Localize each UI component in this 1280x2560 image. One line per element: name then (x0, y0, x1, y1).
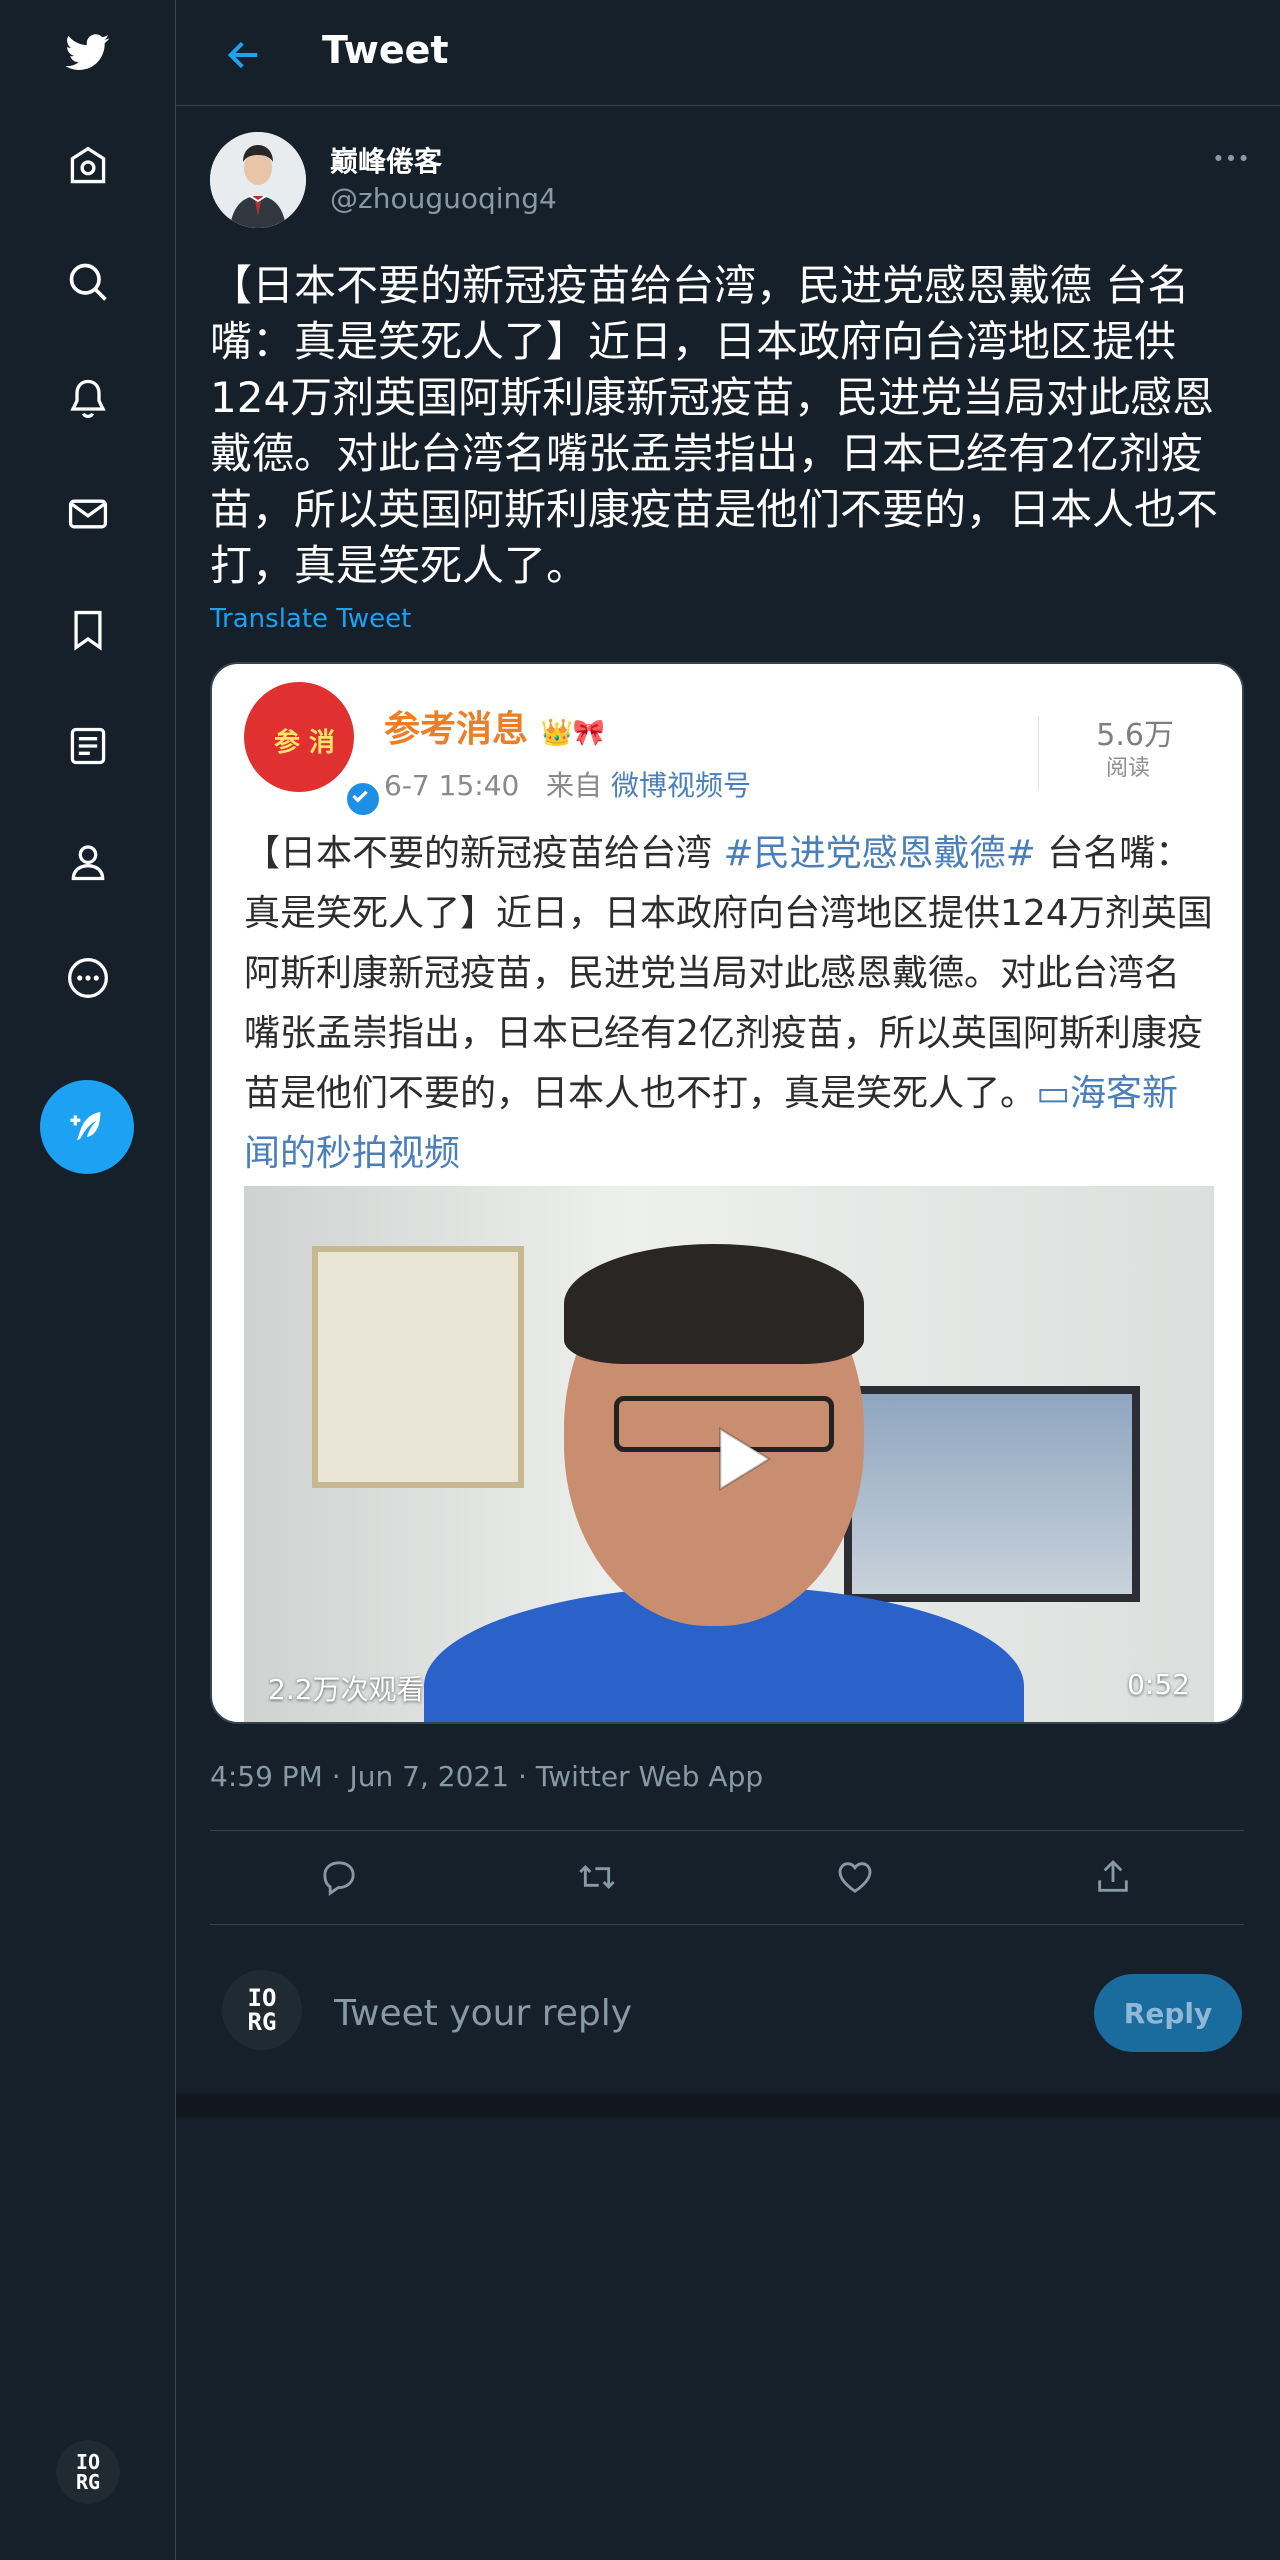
reply-button[interactable]: Reply (1094, 1974, 1242, 2052)
main-column: Tweet 巅峰倦客 @zhouguoqing4 【日本不要的新冠疫苗给台湾，民… (176, 0, 1280, 2560)
explore-icon[interactable] (58, 252, 118, 312)
weibo-account-name-text: 参考消息 (384, 709, 529, 750)
lists-icon[interactable] (58, 716, 118, 776)
compose-tweet-button[interactable] (40, 1080, 134, 1174)
weibo-account-name: 参考消息 👑🎀 (384, 700, 605, 752)
video-thumbnail: 2.2万次观看 0:52 (244, 1186, 1214, 1722)
weibo-hashtag: #民进党感恩戴德# (723, 833, 1036, 874)
reply-input[interactable] (332, 1982, 1036, 2044)
person-hair (564, 1244, 864, 1364)
video-view-count: 2.2万次观看 (268, 1673, 425, 1706)
like-icon[interactable] (830, 1852, 880, 1902)
weibo-post-meta: 6-7 15:40 来自 微博视频号 (384, 764, 751, 804)
read-count-label: 阅读 (1105, 756, 1150, 781)
weibo-text-after: 台名嘴：真是笑死人了】近日，日本政府向台湾地区提供124万剂英国阿斯利康新冠疫苗… (244, 833, 1213, 1114)
weibo-post-date: 6-7 15:40 (384, 769, 520, 802)
more-options-icon[interactable] (1206, 140, 1256, 176)
room-window (844, 1386, 1140, 1602)
retweet-icon[interactable] (572, 1852, 622, 1902)
avatar-text-line1: IO (247, 1984, 277, 2012)
weibo-text-before: 【日本不要的新冠疫苗给台湾 (244, 833, 724, 874)
messages-icon[interactable] (58, 484, 118, 544)
tweet-text: 【日本不要的新冠疫苗给台湾，民进党感恩戴德 台名嘴：真是笑死人了】近日，日本政府… (210, 261, 1219, 590)
author-handle[interactable]: @zhouguoqing4 (330, 182, 557, 215)
divider (210, 1924, 1244, 1925)
page-title: Tweet (322, 28, 449, 72)
more-icon[interactable] (58, 948, 118, 1008)
account-avatar[interactable]: IO RG (56, 2440, 120, 2504)
twitter-logo-icon[interactable] (58, 22, 118, 82)
weibo-post-text: 【日本不要的新冠疫苗给台湾 #民进党感恩戴德# 台名嘴：真是笑死人了】近日，日本… (244, 824, 1214, 1184)
author-name[interactable]: 巅峰倦客 (330, 140, 442, 180)
video-duration: 0:52 (1127, 1668, 1190, 1701)
home-icon[interactable] (58, 136, 118, 196)
wall-calligraphy (312, 1246, 524, 1488)
translate-tweet-link[interactable]: Translate Tweet (210, 604, 411, 634)
author-avatar[interactable] (210, 132, 306, 228)
page-header: Tweet (176, 0, 1280, 106)
avatar-text-line2: RG (75, 2470, 101, 2494)
weibo-source-prefix: 来自 (546, 769, 603, 802)
notifications-icon[interactable] (58, 368, 118, 428)
divider (210, 1830, 1244, 1831)
weibo-account-avatar: 参 消 (244, 682, 382, 818)
reply-user-avatar[interactable]: IO RG (222, 1970, 302, 2050)
avatar-text-line2: RG (247, 2008, 277, 2036)
play-icon (694, 1414, 784, 1504)
tweet-timestamp[interactable]: 4:59 PM · Jun 7, 2021 · Twitter Web App (210, 1760, 763, 1793)
profile-icon[interactable] (58, 832, 118, 892)
vertical-divider (1038, 716, 1039, 790)
back-arrow-icon[interactable] (216, 30, 272, 80)
reply-icon[interactable] (314, 1852, 364, 1902)
weibo-account-badges: 👑🎀 (540, 718, 606, 748)
read-count: 5.6万 (1096, 718, 1174, 753)
avatar-characters: 参 消 (274, 728, 336, 758)
embedded-image-card[interactable]: 参 消 参考消息 👑🎀 6-7 15:40 来自 微博视频号 5.6万 阅读 【… (210, 662, 1244, 1724)
section-separator (176, 2094, 1280, 2118)
avatar-text-line1: IO (75, 2450, 101, 2474)
feather-plus-icon (70, 1112, 101, 1141)
sidebar: IO RG (0, 0, 176, 2560)
bookmarks-icon[interactable] (58, 600, 118, 660)
verified-badge-icon (344, 780, 382, 818)
weibo-source: 微博视频号 (610, 769, 751, 802)
share-icon[interactable] (1088, 1852, 1138, 1902)
